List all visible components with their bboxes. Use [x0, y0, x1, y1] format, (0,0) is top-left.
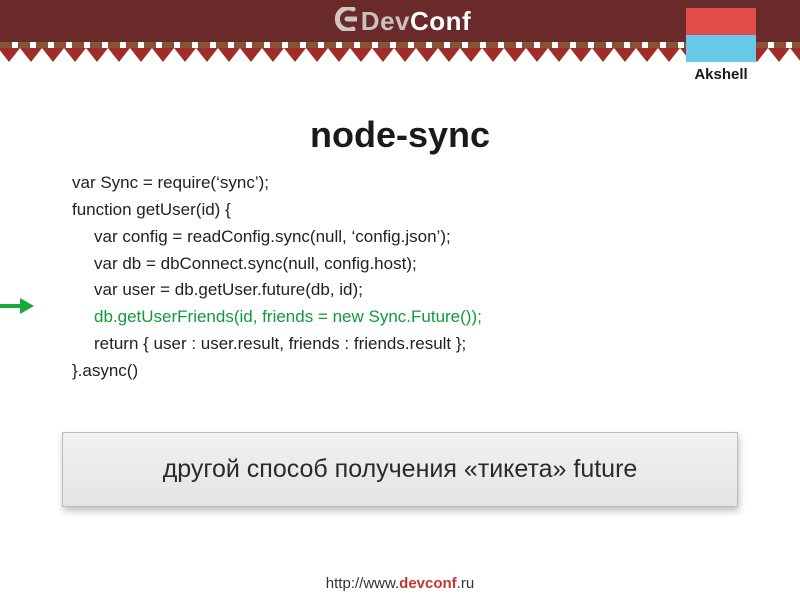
- code-line: return { user : user.result, friends : f…: [72, 331, 800, 358]
- footer-brand: devconf: [399, 575, 457, 592]
- footer-prefix: http://www.: [326, 575, 399, 592]
- callout-box: другой способ получения «тикета» future: [62, 432, 738, 507]
- logo-text-gray: Dev: [361, 6, 410, 36]
- devconf-mark-icon: [329, 7, 357, 36]
- code-line: var config = readConfig.sync(null, ‘conf…: [72, 224, 800, 251]
- logo-text: DevConf: [361, 6, 471, 37]
- akshell-label: Akshell: [686, 66, 756, 83]
- footer-suffix: .ru: [457, 575, 475, 592]
- logo-text-white: Conf: [410, 6, 471, 36]
- code-block: var Sync = require(‘sync’); function get…: [72, 170, 800, 385]
- code-line-highlight: db.getUserFriends(id, friends = new Sync…: [72, 304, 800, 331]
- code-line: var Sync = require(‘sync’);: [72, 170, 800, 197]
- code-line: }.async(): [72, 358, 800, 385]
- header-dash-separator: [0, 42, 800, 48]
- code-line: var user = db.getUser.future(db, id);: [72, 277, 800, 304]
- code-line: var db = dbConnect.sync(null, config.hos…: [72, 251, 800, 278]
- code-line: function getUser(id) {: [72, 197, 800, 224]
- highlight-arrow-icon: [0, 298, 34, 314]
- akshell-flag-icon: [686, 8, 756, 62]
- slide-title: node-sync: [0, 114, 800, 156]
- devconf-logo: DevConf: [329, 6, 471, 37]
- footer-url: http://www.devconf.ru: [0, 575, 800, 592]
- header-bar: DevConf: [0, 0, 800, 42]
- header-zigzag: [0, 48, 800, 68]
- akshell-badge: Akshell: [686, 8, 756, 83]
